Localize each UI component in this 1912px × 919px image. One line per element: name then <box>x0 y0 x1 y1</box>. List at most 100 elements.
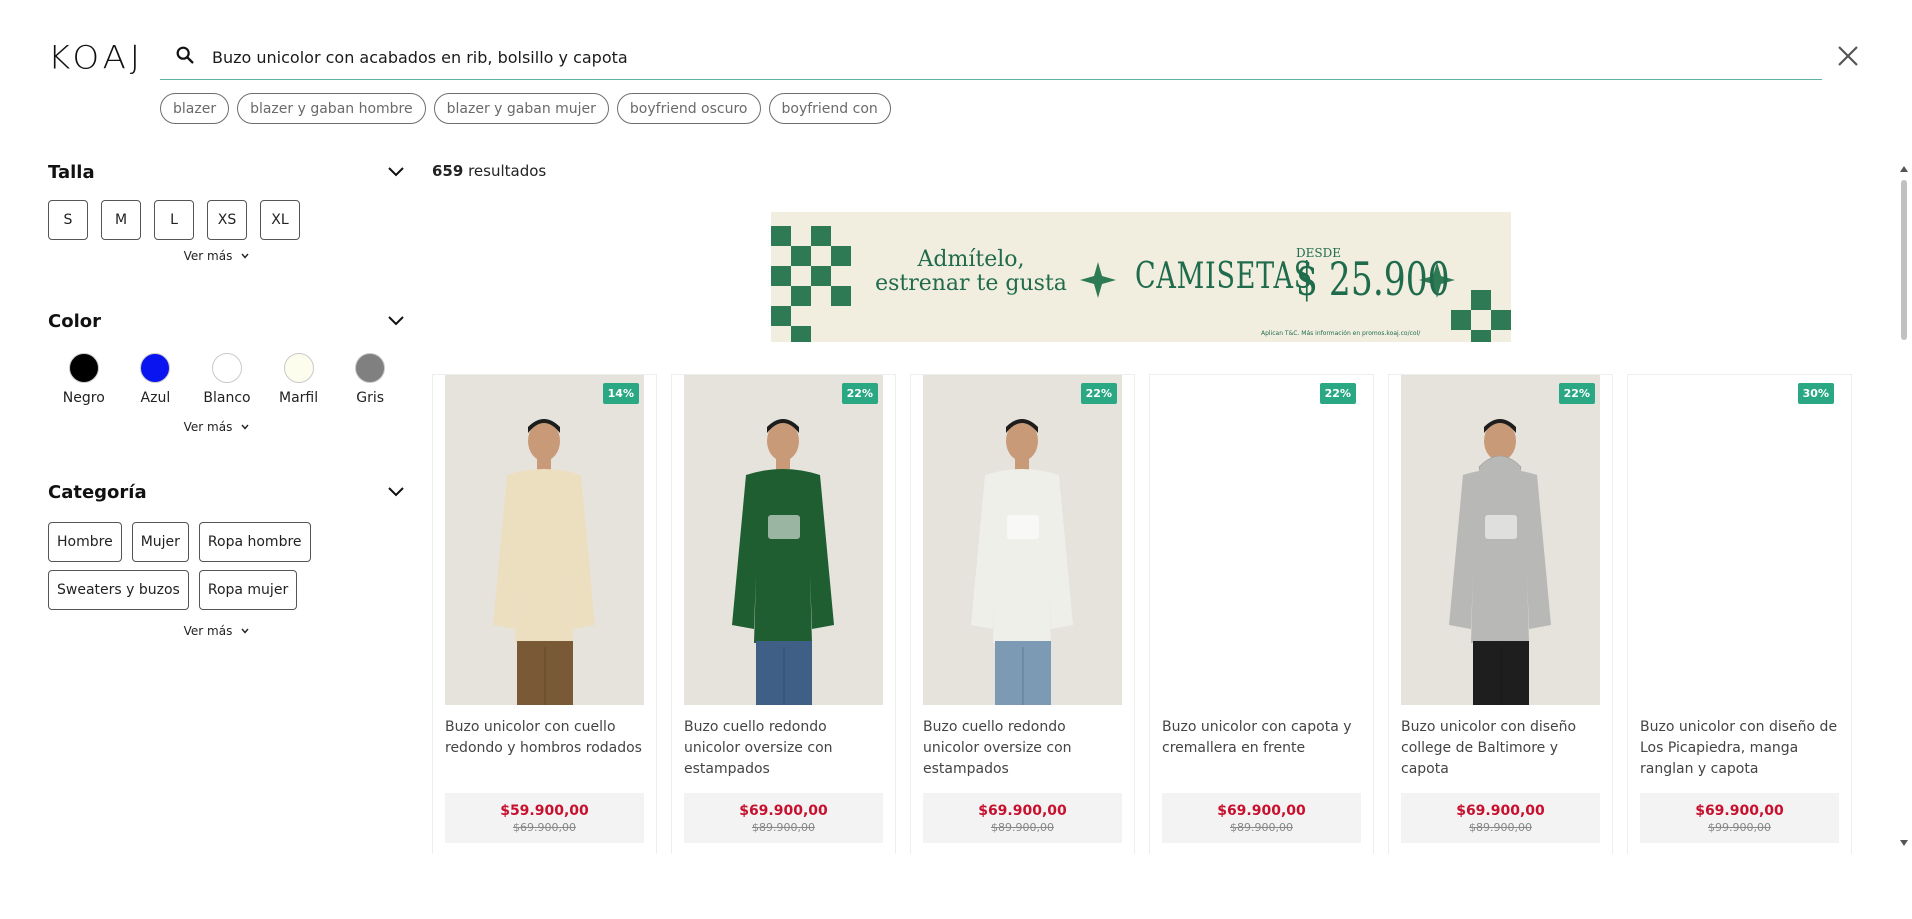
color-option[interactable]: Marfil <box>263 353 335 406</box>
discount-badge: 22% <box>1558 383 1595 404</box>
product-grid: 14% Buzo unicolor con cuello redondo y h… <box>432 374 1852 854</box>
product-name[interactable]: Buzo unicolor con cuello redondo y hombr… <box>445 717 644 783</box>
product-price: $59.900,00 <box>500 802 589 819</box>
price-box: $69.900,00 $99.900,00 <box>1640 793 1839 843</box>
filter-color-header[interactable]: Color <box>48 307 406 335</box>
product-price: $69.900,00 <box>978 802 1067 819</box>
discount-badge: 22% <box>1080 383 1117 404</box>
product-name[interactable]: Buzo unicolor con diseño de Los Picapied… <box>1640 717 1839 783</box>
color-swatch <box>355 353 386 383</box>
search-suggestions: blazer blazer y gaban hombre blazer y ga… <box>160 93 891 124</box>
filter-title: Talla <box>48 161 95 183</box>
suggestion-chip[interactable]: boyfriend oscuro <box>616 93 761 124</box>
product-card[interactable]: 22% Buzo cuello redondo unicolor oversiz… <box>671 374 896 854</box>
color-swatch <box>283 353 314 383</box>
category-options: Sweaters y buzos Ropa mujer <box>48 570 368 610</box>
product-model-image <box>971 419 1073 705</box>
discount-badge: 22% <box>1319 383 1356 404</box>
color-label: Marfil <box>279 390 319 406</box>
ver-mas-button[interactable]: Ver más <box>48 420 406 434</box>
filters-sidebar: Talla S M L XS XL Ver más Color Negro Az… <box>48 158 406 638</box>
chevron-down-icon <box>241 628 249 634</box>
product-card[interactable]: 22% Buzo unicolor con diseño college de … <box>1388 374 1613 854</box>
product-model-image <box>1449 419 1551 705</box>
color-option[interactable]: Blanco <box>191 353 263 406</box>
product-name[interactable]: Buzo cuello redondo unicolor oversize co… <box>923 717 1122 783</box>
discount-badge: 14% <box>602 383 639 404</box>
product-image[interactable]: 22% <box>923 375 1122 705</box>
chevron-down-icon[interactable] <box>386 162 406 182</box>
scroll-down-arrow-icon[interactable] <box>1900 840 1908 846</box>
suggestion-chip[interactable]: blazer <box>160 93 230 124</box>
size-option[interactable]: M <box>101 200 141 240</box>
product-old-price: $99.900,00 <box>1708 820 1771 834</box>
promo-banner[interactable]: Admítelo, estrenar te gusta CAMISETAS DE… <box>771 212 1511 342</box>
product-price: $69.900,00 <box>739 802 828 819</box>
filter-talla-header[interactable]: Talla <box>48 158 406 186</box>
banner-product: CAMISETAS <box>1135 256 1313 297</box>
price-box: $69.900,00 $89.900,00 <box>684 793 883 843</box>
search-input[interactable] <box>212 42 1772 72</box>
product-card[interactable]: 22% Buzo cuello redondo unicolor oversiz… <box>910 374 1135 854</box>
category-option[interactable]: Ropa mujer <box>198 570 298 610</box>
product-image[interactable]: 22% <box>1401 375 1600 705</box>
chevron-down-icon <box>241 253 249 259</box>
banner-line1: Admítelo, <box>917 247 1025 272</box>
banner-tagline: Admítelo, estrenar te gusta <box>871 248 1071 296</box>
product-image[interactable]: 22% <box>684 375 883 705</box>
brand-logo[interactable]: KOAJ <box>48 39 144 77</box>
color-label: Blanco <box>203 390 251 406</box>
product-name[interactable]: Buzo unicolor con capota y cremallera en… <box>1162 717 1361 783</box>
product-card[interactable]: 30% Buzo unicolor con diseño de Los Pica… <box>1627 374 1852 854</box>
size-option[interactable]: XL <box>260 200 300 240</box>
color-option[interactable]: Azul <box>120 353 192 406</box>
suggestion-chip[interactable]: blazer y gaban mujer <box>433 93 609 124</box>
ver-mas-button[interactable]: Ver más <box>48 249 406 263</box>
product-name[interactable]: Buzo cuello redondo unicolor oversize co… <box>684 717 883 783</box>
color-swatch <box>68 353 99 383</box>
scrollbar[interactable] <box>1896 160 1912 850</box>
ver-mas-button[interactable]: Ver más <box>48 624 406 638</box>
category-option[interactable]: Sweaters y buzos <box>48 570 189 610</box>
category-option[interactable]: Mujer <box>131 522 189 562</box>
scrollbar-thumb[interactable] <box>1901 180 1907 340</box>
chevron-down-icon <box>241 424 249 430</box>
color-swatch <box>140 353 171 383</box>
product-image[interactable]: 30% <box>1640 375 1839 705</box>
color-option[interactable]: Negro <box>48 353 120 406</box>
search-bar <box>160 36 1822 80</box>
color-label: Azul <box>140 390 171 406</box>
color-swatch <box>211 353 242 383</box>
product-old-price: $89.900,00 <box>1469 820 1532 834</box>
category-option[interactable]: Ropa hombre <box>198 522 311 562</box>
product-old-price: $89.900,00 <box>991 820 1054 834</box>
results-count: 659 resultados <box>432 162 546 180</box>
category-option[interactable]: Hombre <box>48 522 122 562</box>
color-option[interactable]: Gris <box>334 353 406 406</box>
product-card[interactable]: 14% Buzo unicolor con cuello redondo y h… <box>432 374 657 854</box>
product-price: $69.900,00 <box>1695 802 1784 819</box>
product-image[interactable]: 14% <box>445 375 644 705</box>
size-option[interactable]: XS <box>207 200 247 240</box>
filter-categoria: Categoría Hombre Mujer Ropa hombre Sweat… <box>48 478 406 638</box>
product-old-price: $69.900,00 <box>513 820 576 834</box>
ver-mas-label: Ver más <box>183 624 233 638</box>
category-options: Hombre Mujer Ropa hombre <box>48 522 368 562</box>
product-model-image <box>732 419 834 705</box>
search-icon[interactable] <box>174 44 196 66</box>
filter-categoria-header[interactable]: Categoría <box>48 478 406 506</box>
price-box: $69.900,00 $89.900,00 <box>1401 793 1600 843</box>
product-image[interactable]: 22% <box>1162 375 1361 705</box>
product-name[interactable]: Buzo unicolor con diseño college de Balt… <box>1401 717 1600 783</box>
product-card[interactable]: 22% Buzo unicolor con capota y cremaller… <box>1149 374 1374 854</box>
suggestion-chip[interactable]: blazer y gaban hombre <box>237 93 426 124</box>
chevron-down-icon[interactable] <box>386 311 406 331</box>
filter-title: Categoría <box>48 481 147 503</box>
close-icon[interactable] <box>1836 44 1860 68</box>
ver-mas-label: Ver más <box>183 420 233 434</box>
scroll-up-arrow-icon[interactable] <box>1900 166 1908 172</box>
chevron-down-icon[interactable] <box>386 482 406 502</box>
size-option[interactable]: L <box>154 200 194 240</box>
size-option[interactable]: S <box>48 200 88 240</box>
suggestion-chip[interactable]: boyfriend con <box>768 93 891 124</box>
